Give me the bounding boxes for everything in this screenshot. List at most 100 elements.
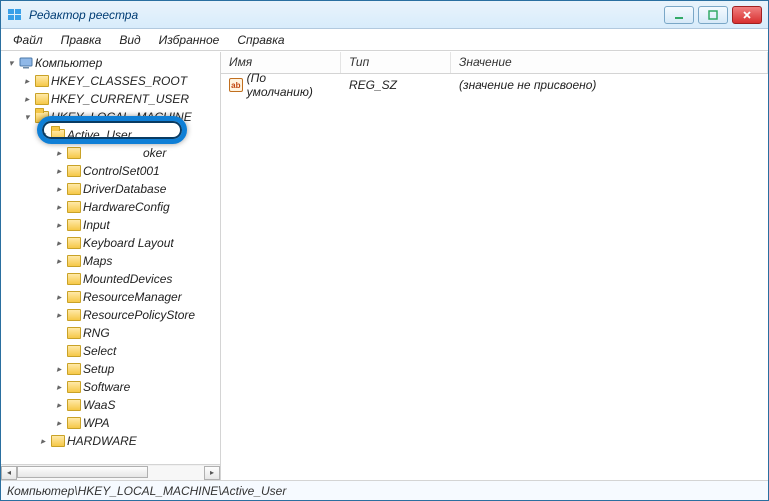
- tree-label: Input: [83, 218, 110, 232]
- folder-icon: [67, 255, 81, 267]
- tree-node[interactable]: ▸MountedDevices: [53, 270, 220, 288]
- tree-node[interactable]: ▸Select: [53, 342, 220, 360]
- tree-label: HKEY_CURRENT_USER: [51, 92, 189, 106]
- chevron-right-icon[interactable]: ▸: [53, 381, 65, 393]
- tree-node[interactable]: ▸ ResourcePolicyStore: [53, 306, 220, 324]
- tree-node-hkcu[interactable]: ▸ HKEY_CURRENT_USER: [21, 90, 220, 108]
- chevron-down-icon[interactable]: ▾: [5, 57, 17, 69]
- window: Редактор реестра Файл Правка Вид Избранн…: [0, 0, 769, 501]
- menu-edit[interactable]: Правка: [53, 31, 110, 49]
- app-icon: [7, 7, 23, 23]
- tree-label: ControlSet001: [83, 164, 160, 178]
- chevron-right-icon[interactable]: ▸: [21, 75, 33, 87]
- chevron-right-icon[interactable]: ▸: [53, 219, 65, 231]
- tree-node-hkcr[interactable]: ▸ HKEY_CLASSES_ROOT: [21, 72, 220, 90]
- tree-node[interactable]: ▸ HardwareConfig: [53, 198, 220, 216]
- tree-label: WaaS: [83, 398, 115, 412]
- menubar: Файл Правка Вид Избранное Справка: [1, 29, 768, 51]
- tree-node-hardware[interactable]: ▸ HARDWARE: [37, 432, 220, 450]
- string-value-icon: ab: [229, 78, 243, 92]
- tree[interactable]: ▾ Компьютер ▸ HKEY_CLASSES_ROOT ▸ HKEY_CUR…: [1, 52, 220, 464]
- chevron-right-icon[interactable]: ▸: [53, 165, 65, 177]
- scroll-thumb[interactable]: [17, 466, 148, 478]
- scroll-left-button[interactable]: ◂: [1, 466, 17, 480]
- chevron-down-icon[interactable]: ▾: [21, 111, 33, 123]
- list-pane: Имя Тип Значение ab (По умолчанию) REG_S…: [221, 52, 768, 480]
- folder-icon: [67, 201, 81, 213]
- chevron-right-icon[interactable]: ▸: [53, 201, 65, 213]
- menu-help[interactable]: Справка: [229, 31, 292, 49]
- tree-node[interactable]: ▸ ControlSet001: [53, 162, 220, 180]
- chevron-right-icon[interactable]: ▸: [53, 309, 65, 321]
- chevron-right-icon[interactable]: ▸: [53, 363, 65, 375]
- value-data: (значение не присвоено): [451, 78, 768, 92]
- tree-node[interactable]: ▸RNG: [53, 324, 220, 342]
- folder-icon: [67, 219, 81, 231]
- folder-icon: [67, 165, 81, 177]
- menu-favorites[interactable]: Избранное: [151, 31, 228, 49]
- column-header-type[interactable]: Тип: [341, 52, 451, 73]
- statusbar: Компьютер\HKEY_LOCAL_MACHINE\Active_User: [1, 480, 768, 500]
- tree-label: HKEY_CLASSES_ROOT: [51, 74, 187, 88]
- chevron-right-icon[interactable]: ▸: [53, 255, 65, 267]
- chevron-right-icon[interactable]: ▸: [53, 183, 65, 195]
- list-body[interactable]: ab (По умолчанию) REG_SZ (значение не пр…: [221, 74, 768, 480]
- tree-node-active-user[interactable]: ▾ Active_User: [37, 126, 220, 144]
- tree-node-computer[interactable]: ▾ Компьютер: [5, 54, 220, 72]
- chevron-right-icon[interactable]: ▸: [53, 417, 65, 429]
- folder-icon: [35, 75, 49, 87]
- folder-icon: [67, 309, 81, 321]
- folder-open-icon: [35, 111, 49, 123]
- menu-file[interactable]: Файл: [5, 31, 51, 49]
- chevron-right-icon[interactable]: ▸: [53, 147, 65, 159]
- folder-icon: [67, 327, 81, 339]
- tree-node[interactable]: ▸ WaaS: [53, 396, 220, 414]
- column-header-name[interactable]: Имя: [221, 52, 341, 73]
- chevron-right-icon[interactable]: ▸: [53, 237, 65, 249]
- folder-icon: [35, 93, 49, 105]
- tree-label: HardwareConfig: [83, 200, 170, 214]
- tree-node[interactable]: ▸WPA: [53, 414, 220, 432]
- scroll-right-button[interactable]: ▸: [204, 466, 220, 480]
- tree-node[interactable]: ▸Maps: [53, 252, 220, 270]
- tree-label: ResourceManager: [83, 290, 182, 304]
- maximize-button[interactable]: [698, 6, 728, 24]
- folder-icon: [67, 147, 81, 159]
- tree-node-hklm[interactable]: ▾ HKEY_LOCAL_MACHINE: [21, 108, 220, 126]
- titlebar[interactable]: Редактор реестра: [1, 1, 768, 29]
- close-button[interactable]: [732, 6, 762, 24]
- tree-node[interactable]: ▸ DriverDatabase: [53, 180, 220, 198]
- tree-label: Active_User: [67, 128, 132, 142]
- tree-label: DriverDatabase: [83, 182, 166, 196]
- tree-label: HKEY_LOCAL_MACHINE: [51, 110, 192, 124]
- folder-icon: [67, 237, 81, 249]
- scroll-track[interactable]: [17, 466, 204, 480]
- folder-icon: [67, 273, 81, 285]
- tree-node[interactable]: ▸ Input: [53, 216, 220, 234]
- tree-label: Software: [83, 380, 130, 394]
- tree-node[interactable]: ▸ Software: [53, 378, 220, 396]
- tree-node[interactable]: ▸ oker: [53, 144, 220, 162]
- chevron-right-icon[interactable]: ▸: [21, 93, 33, 105]
- chevron-right-icon[interactable]: ▸: [53, 399, 65, 411]
- folder-icon: [67, 363, 81, 375]
- computer-icon: [19, 57, 33, 69]
- minimize-button[interactable]: [664, 6, 694, 24]
- chevron-right-icon[interactable]: ▸: [53, 291, 65, 303]
- chevron-down-icon[interactable]: ▾: [37, 129, 49, 141]
- chevron-right-icon[interactable]: ▸: [37, 435, 49, 447]
- tree-label: HARDWARE: [67, 434, 137, 448]
- menu-view[interactable]: Вид: [111, 31, 148, 49]
- folder-icon: [51, 435, 65, 447]
- tree-node[interactable]: ▸Setup: [53, 360, 220, 378]
- tree-hscrollbar[interactable]: ◂ ▸: [1, 464, 220, 480]
- tree-node[interactable]: ▸ ResourceManager: [53, 288, 220, 306]
- value-name: (По умолчанию): [247, 71, 333, 99]
- tree-node[interactable]: ▸Keyboard Layout: [53, 234, 220, 252]
- tree-label: MountedDevices: [83, 272, 172, 286]
- column-header-data[interactable]: Значение: [451, 52, 768, 73]
- list-row[interactable]: ab (По умолчанию) REG_SZ (значение не пр…: [221, 76, 768, 94]
- tree-label: oker: [143, 146, 166, 160]
- tree-label: ResourcePolicyStore: [83, 308, 195, 322]
- status-path: Компьютер\HKEY_LOCAL_MACHINE\Active_User: [7, 484, 286, 498]
